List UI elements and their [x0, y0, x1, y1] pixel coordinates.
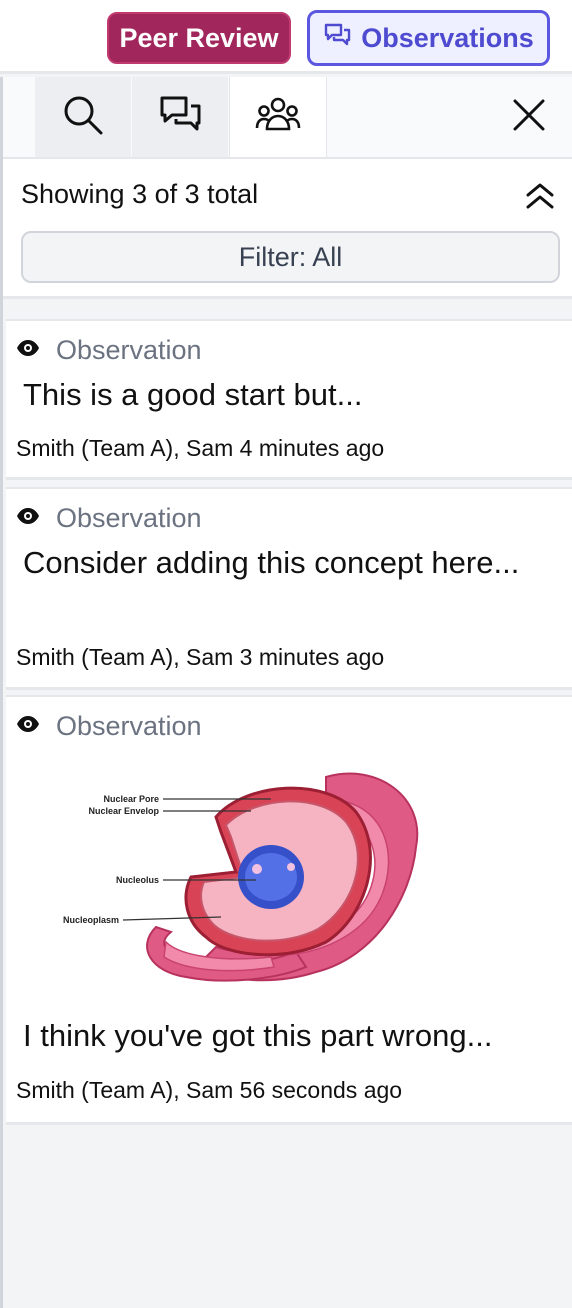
people-icon [255, 95, 301, 140]
card-type-label: Observation [56, 711, 202, 741]
peer-review-button[interactable]: Peer Review [107, 12, 291, 64]
observation-card[interactable]: Observation Nuclear Pore Nuclear Envelop… [6, 695, 572, 1125]
close-tool[interactable] [489, 77, 569, 157]
nucleolus [238, 845, 304, 909]
label-nucleoplasm: Nucleoplasm [63, 915, 119, 925]
chevron-double-up-icon [524, 182, 556, 215]
eye-icon [16, 340, 40, 361]
card-meta: Smith (Team A), Sam 3 minutes ago [16, 644, 385, 670]
peer-review-label: Peer Review [119, 22, 279, 53]
filter-button[interactable]: Filter: All [21, 231, 560, 283]
card-header: Observation [16, 503, 202, 534]
search-tool[interactable] [35, 77, 131, 157]
eye-icon [16, 508, 40, 529]
label-nuclear-pore: Nuclear Pore [103, 794, 159, 804]
comments-tool[interactable] [132, 77, 228, 157]
collapse-button[interactable] [523, 181, 557, 215]
observations-label: Observations [361, 22, 534, 53]
eye-icon [16, 716, 40, 737]
top-bar: Peer Review Observations [0, 0, 572, 74]
results-count: Showing 3 of 3 total [21, 179, 259, 209]
observation-card[interactable]: Observation This is a good start but... … [6, 319, 572, 480]
card-meta: Smith (Team A), Sam 56 seconds ago [16, 1077, 403, 1103]
card-type-label: Observation [56, 335, 202, 365]
card-text: I think you've got this part wrong... [23, 1018, 493, 1053]
filter-label: Filter: All [238, 241, 343, 272]
card-meta: Smith (Team A), Sam 4 minutes ago [16, 435, 385, 461]
people-tool[interactable] [229, 77, 327, 157]
label-nucleolus: Nucleolus [116, 875, 159, 885]
summary-section: Showing 3 of 3 total Filter: All [3, 159, 572, 299]
card-header: Observation [16, 711, 202, 742]
close-icon [512, 98, 546, 137]
observation-card[interactable]: Observation Consider adding this concept… [6, 487, 572, 690]
chat-icon [158, 94, 202, 141]
panel-toolbar [3, 77, 572, 159]
search-icon [61, 93, 105, 142]
observations-panel: Showing 3 of 3 total Filter: All Observa… [0, 77, 572, 1308]
observations-button[interactable]: Observations [307, 10, 550, 66]
card-header: Observation [16, 335, 202, 366]
chat-bubbles-icon [323, 22, 351, 55]
card-type-label: Observation [56, 503, 202, 533]
label-nuclear-envelope: Nuclear Envelop [88, 806, 159, 816]
card-text: Consider adding this concept here... [23, 545, 520, 580]
cell-nucleus-figure: Nuclear Pore Nuclear Envelop Nucleolus N… [63, 772, 419, 982]
card-text: This is a good start but... [23, 377, 363, 412]
